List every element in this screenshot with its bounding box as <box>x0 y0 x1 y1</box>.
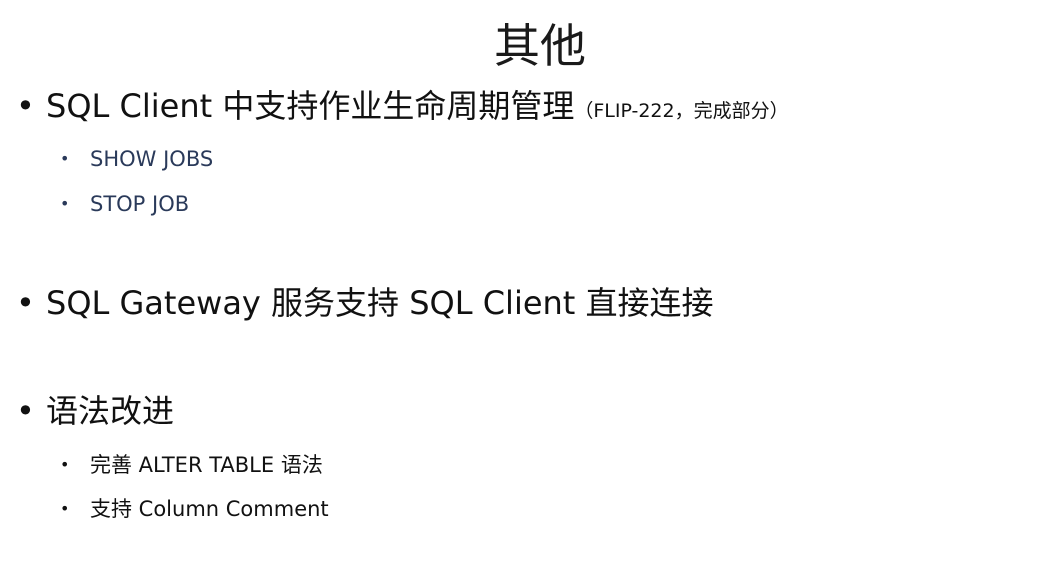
bullet-syntax: • 语法改进 <box>16 391 174 431</box>
sub-item-stop-job: • STOP JOB <box>60 190 189 218</box>
sub-bullet-dot: • <box>60 455 70 474</box>
sub-bullet-dot: • <box>60 194 70 213</box>
bullet-dot: • <box>16 284 35 322</box>
sub-item-text: STOP JOB <box>90 192 190 216</box>
sub-item-column-comment: • 支持 Column Comment <box>60 495 329 523</box>
sub-item-text: 完善 ALTER TABLE 语法 <box>90 453 323 477</box>
sub-bullet-dot: • <box>60 149 70 168</box>
bullet-text: SQL Client 中支持作业生命周期管理 <box>46 87 575 125</box>
bullet-sql-gateway: • SQL Gateway 服务支持 SQL Client 直接连接 <box>16 283 714 323</box>
bullet-text: 语法改进 <box>46 392 175 430</box>
sub-item-show-jobs: • SHOW JOBS <box>60 145 213 173</box>
bullet-dot: • <box>16 392 35 430</box>
bullet-dot: • <box>16 87 35 125</box>
bullet-note: （FLIP-222，完成部分） <box>574 100 789 122</box>
sub-item-text: SHOW JOBS <box>90 147 214 171</box>
sub-item-alter-table: • 完善 ALTER TABLE 语法 <box>60 451 323 479</box>
slide-title: 其他 <box>494 19 586 73</box>
bullet-sql-client: • SQL Client 中支持作业生命周期管理（FLIP-222，完成部分） <box>16 86 789 131</box>
bullet-text: SQL Gateway 服务支持 SQL Client 直接连接 <box>46 284 714 322</box>
sub-bullet-dot: • <box>60 499 70 518</box>
sub-item-text: 支持 Column Comment <box>90 497 329 521</box>
